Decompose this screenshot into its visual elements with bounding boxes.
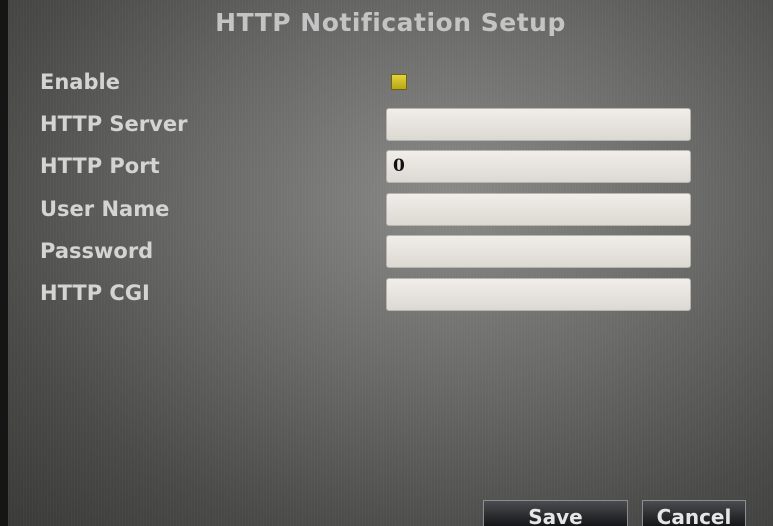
enable-label: Enable (40, 70, 120, 94)
http-server-label: HTTP Server (40, 112, 188, 136)
http-port-label: HTTP Port (40, 154, 160, 178)
save-button[interactable]: Save (483, 500, 628, 526)
user-name-field[interactable] (386, 193, 691, 226)
cancel-button[interactable]: Cancel (642, 500, 746, 526)
password-field[interactable] (386, 235, 691, 268)
password-label: Password (40, 239, 154, 263)
http-port-field[interactable]: 0 (386, 150, 691, 183)
http-server-field[interactable] (386, 108, 691, 141)
user-name-label: User Name (40, 197, 170, 221)
notification-setup-screen: HTTP Notification Setup Enable HTTP Serv… (8, 0, 773, 526)
enable-checkbox[interactable] (391, 74, 407, 90)
http-cgi-label: HTTP CGI (40, 281, 150, 305)
page-title: HTTP Notification Setup (215, 8, 566, 37)
http-cgi-field[interactable] (386, 278, 691, 311)
